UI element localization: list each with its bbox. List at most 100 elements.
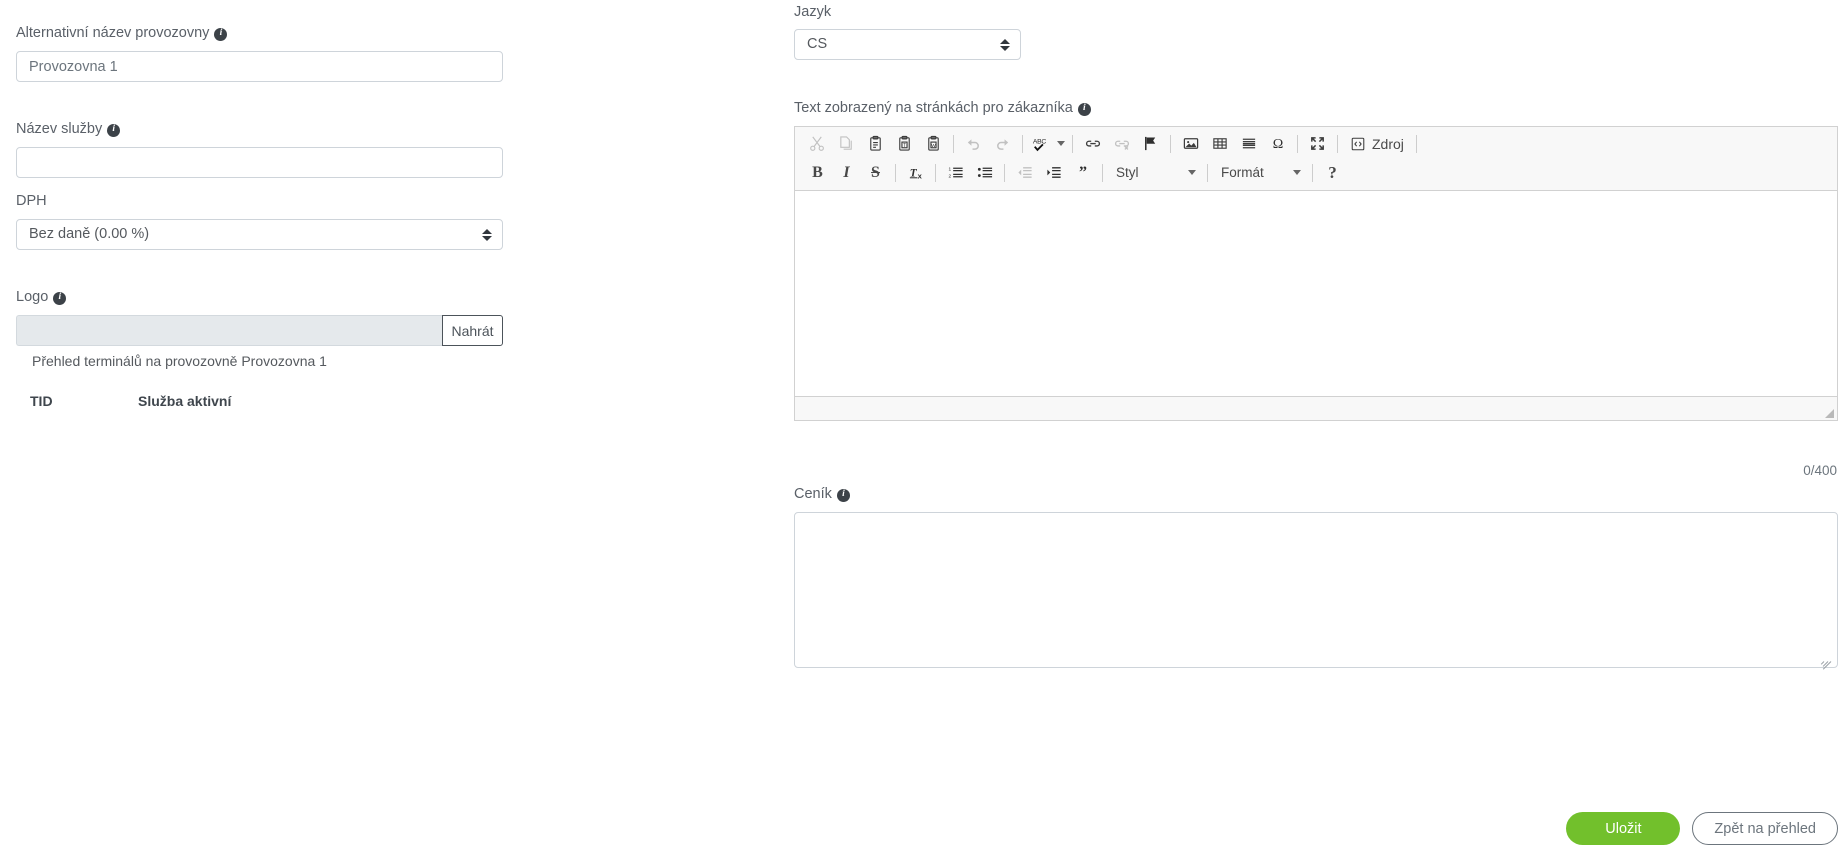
format-combo-label: Formát bbox=[1221, 165, 1264, 180]
remove-format-icon[interactable]: T x bbox=[901, 160, 930, 185]
paste-icon[interactable] bbox=[861, 131, 890, 156]
info-icon[interactable]: i bbox=[1077, 102, 1091, 116]
editor-resize-handle[interactable] bbox=[1825, 409, 1834, 418]
editor-footer bbox=[795, 397, 1837, 420]
toolbar-separator bbox=[1312, 163, 1313, 182]
editor-toolbar-row-2: B I S T x 1 2 ” Styl Formát ? bbox=[799, 158, 1833, 187]
form-actions: Uložit Zpět na přehled bbox=[1566, 812, 1838, 845]
service-name-label: Název služby i bbox=[16, 120, 503, 138]
alt-name-label-text: Alternativní název provozovny bbox=[16, 25, 210, 41]
numbered-list-icon[interactable]: 1 2 bbox=[941, 160, 970, 185]
svg-text:2: 2 bbox=[948, 174, 951, 180]
field-group-alt-name: Alternativní název provozovny i bbox=[16, 24, 503, 82]
terminals-caption: Přehled terminálů na provozovně Provozov… bbox=[32, 353, 327, 369]
svg-text:ABC: ABC bbox=[1033, 139, 1047, 146]
editor-content-area[interactable] bbox=[795, 191, 1837, 397]
redo-icon[interactable] bbox=[988, 131, 1017, 156]
strikethrough-icon[interactable]: S bbox=[861, 160, 890, 185]
bold-icon[interactable]: B bbox=[803, 160, 832, 185]
form-page: Alternativní název provozovny i Název sl… bbox=[0, 0, 1848, 856]
column-header-tid: TID bbox=[30, 393, 53, 409]
indent-icon[interactable] bbox=[1039, 160, 1068, 185]
language-select-value: CS bbox=[794, 29, 1021, 60]
service-name-label-text: Název služby bbox=[16, 121, 103, 137]
italic-icon[interactable]: I bbox=[832, 160, 861, 185]
info-icon[interactable]: i bbox=[107, 123, 121, 137]
price-list-label-text: Ceník bbox=[794, 486, 832, 502]
info-icon[interactable]: i bbox=[836, 488, 850, 502]
paste-word-icon[interactable]: W bbox=[919, 131, 948, 156]
field-group-vat: DPH Bez daně (0.00 %) bbox=[16, 192, 503, 250]
image-icon[interactable] bbox=[1176, 131, 1205, 156]
service-name-input[interactable] bbox=[16, 147, 503, 178]
svg-text:W: W bbox=[931, 143, 936, 149]
logo-upload-button[interactable]: Nahrát bbox=[442, 315, 503, 346]
logo-upload-row: Nahrát bbox=[16, 315, 503, 346]
unlink-icon[interactable] bbox=[1107, 131, 1136, 156]
cut-icon[interactable] bbox=[803, 131, 832, 156]
style-combo-label: Styl bbox=[1116, 165, 1139, 180]
vat-select[interactable]: Bez daně (0.00 %) bbox=[16, 219, 503, 250]
price-list-textarea[interactable] bbox=[794, 512, 1838, 668]
link-icon[interactable] bbox=[1078, 131, 1107, 156]
logo-label-text: Logo bbox=[16, 289, 49, 305]
style-combo[interactable]: Styl bbox=[1108, 160, 1202, 185]
price-list-label: Ceník i bbox=[794, 485, 850, 503]
customer-text-label-text: Text zobrazený na stránkách pro zákazník… bbox=[794, 100, 1073, 116]
toolbar-separator bbox=[1004, 163, 1005, 182]
rich-text-editor: T W ABC Ω Zdroj B I S T x 1 2 ” Styl For… bbox=[794, 126, 1838, 421]
field-group-logo: Logo i Nahrát bbox=[16, 288, 503, 346]
character-counter: 0/400 bbox=[1803, 463, 1837, 478]
horizontal-rule-icon[interactable] bbox=[1234, 131, 1263, 156]
maximize-icon[interactable] bbox=[1303, 131, 1332, 156]
toolbar-separator bbox=[895, 163, 896, 182]
special-char-icon[interactable]: Ω bbox=[1263, 131, 1292, 156]
language-label-text: Jazyk bbox=[794, 4, 832, 20]
save-button[interactable]: Uložit bbox=[1566, 812, 1681, 845]
toolbar-separator bbox=[1415, 134, 1417, 153]
help-icon[interactable]: ? bbox=[1318, 160, 1347, 185]
editor-toolbar: T W ABC Ω Zdroj B I S T x 1 2 ” Styl For… bbox=[795, 127, 1837, 191]
copy-icon[interactable] bbox=[832, 131, 861, 156]
info-icon[interactable]: i bbox=[214, 27, 228, 41]
anchor-flag-icon[interactable] bbox=[1136, 131, 1165, 156]
editor-toolbar-row-1: T W ABC Ω Zdroj bbox=[799, 129, 1833, 158]
svg-text:x: x bbox=[917, 172, 922, 181]
table-icon[interactable] bbox=[1205, 131, 1234, 156]
field-group-service-name: Název služby i bbox=[16, 120, 503, 178]
vat-label-text: DPH bbox=[16, 193, 47, 209]
source-button[interactable]: Zdroj bbox=[1343, 131, 1411, 156]
svg-text:Ω: Ω bbox=[1272, 136, 1283, 152]
toolbar-separator bbox=[935, 163, 936, 182]
outdent-icon[interactable] bbox=[1010, 160, 1039, 185]
format-combo[interactable]: Formát bbox=[1213, 160, 1307, 185]
language-label: Jazyk bbox=[794, 3, 1021, 21]
alt-name-input[interactable] bbox=[16, 51, 503, 82]
terminals-table: TID Služba aktivní bbox=[16, 393, 486, 415]
table-header-row: TID Služba aktivní bbox=[16, 393, 486, 415]
info-icon[interactable]: i bbox=[53, 291, 67, 305]
toolbar-separator bbox=[1170, 134, 1171, 153]
toolbar-separator bbox=[1022, 134, 1023, 153]
toolbar-separator bbox=[1337, 134, 1338, 153]
toolbar-separator bbox=[1102, 163, 1103, 182]
logo-label: Logo i bbox=[16, 288, 503, 306]
source-icon bbox=[1351, 137, 1365, 150]
toolbar-separator bbox=[1072, 134, 1073, 153]
undo-icon[interactable] bbox=[959, 131, 988, 156]
toolbar-separator bbox=[953, 134, 954, 153]
toolbar-separator bbox=[1297, 134, 1298, 153]
spellcheck-icon[interactable]: ABC bbox=[1028, 131, 1067, 156]
chevron-down-icon bbox=[1293, 170, 1301, 175]
language-select[interactable]: CS bbox=[794, 29, 1021, 60]
svg-text:”: ” bbox=[1078, 164, 1086, 181]
source-button-label: Zdroj bbox=[1372, 135, 1404, 152]
back-to-overview-button[interactable]: Zpět na přehled bbox=[1692, 812, 1838, 845]
bulleted-list-icon[interactable] bbox=[970, 160, 999, 185]
alt-name-label: Alternativní název provozovny i bbox=[16, 24, 503, 42]
paste-text-icon[interactable]: T bbox=[890, 131, 919, 156]
chevron-down-icon bbox=[1188, 170, 1196, 175]
logo-file-display[interactable] bbox=[16, 315, 442, 346]
blockquote-icon[interactable]: ” bbox=[1068, 160, 1097, 185]
svg-text:T: T bbox=[903, 143, 906, 149]
